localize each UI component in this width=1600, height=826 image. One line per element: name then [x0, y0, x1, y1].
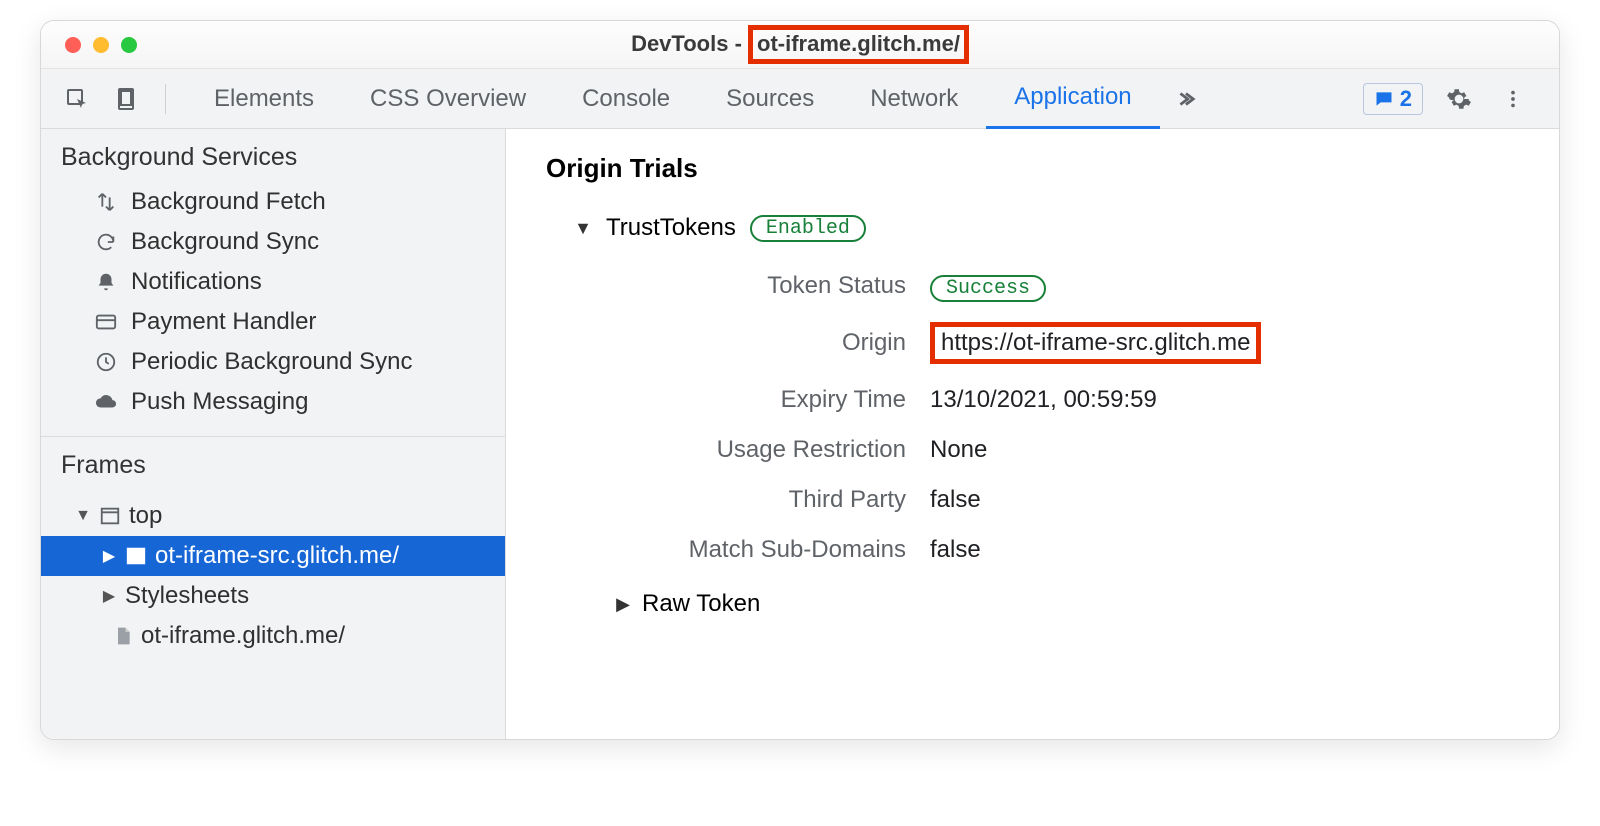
origin-value: https://ot-iframe-src.glitch.me [930, 322, 1261, 364]
cloud-icon [93, 391, 119, 413]
trial-details-grid: Token Status Success Origin https://ot-i… [546, 272, 1519, 564]
iframe-icon [125, 545, 147, 567]
sidebar-item-background-sync[interactable]: Background Sync [41, 222, 505, 262]
frame-label: ot-iframe.glitch.me/ [141, 622, 345, 650]
window-title-url: ot-iframe.glitch.me/ [748, 25, 969, 63]
trial-status-badge: Enabled [750, 215, 866, 242]
document-icon [113, 625, 133, 647]
caret-right-icon: ▶ [101, 546, 117, 566]
token-status-label: Token Status [586, 272, 906, 300]
frames-tree: ▼ top ▶ ot-iframe-src.glitch.me/ ▶ Style… [41, 490, 505, 662]
match-subdomains-label: Match Sub-Domains [586, 536, 906, 564]
sidebar-item-label: Periodic Background Sync [131, 348, 412, 376]
caret-down-icon: ▼ [574, 218, 592, 239]
devtools-body: Background Services Background Fetch Bac… [41, 129, 1559, 739]
frame-stylesheets[interactable]: ▶ Stylesheets [41, 576, 505, 616]
tab-elements[interactable]: Elements [186, 69, 342, 129]
trial-name: TrustTokens [606, 214, 736, 242]
usage-restriction-value: None [930, 436, 1519, 464]
caret-right-icon: ▶ [614, 594, 632, 615]
sidebar-item-label: Payment Handler [131, 308, 316, 336]
caret-down-icon: ▼ [75, 507, 91, 525]
bell-icon [93, 271, 119, 293]
sidebar-item-label: Background Fetch [131, 188, 326, 216]
frame-label: Stylesheets [125, 582, 249, 610]
window-title-prefix: DevTools - [631, 31, 748, 56]
device-toolbar-icon[interactable] [109, 81, 145, 117]
issues-count: 2 [1400, 86, 1412, 112]
devtools-toolbar: Elements CSS Overview Console Sources Ne… [41, 69, 1559, 129]
tabs-overflow-icon[interactable] [1160, 69, 1210, 129]
token-status-badge: Success [930, 275, 1046, 302]
window-zoom-button[interactable] [121, 37, 137, 53]
application-sidebar: Background Services Background Fetch Bac… [41, 129, 506, 739]
panel-heading: Origin Trials [546, 153, 1519, 184]
third-party-label: Third Party [586, 486, 906, 514]
tab-network[interactable]: Network [842, 69, 986, 129]
sidebar-item-payment-handler[interactable]: Payment Handler [41, 302, 505, 342]
sidebar-item-label: Notifications [131, 268, 262, 296]
updown-arrows-icon [93, 191, 119, 213]
token-status-value: Success [930, 272, 1519, 300]
third-party-value: false [930, 486, 1519, 514]
frame-label: top [129, 502, 162, 530]
tab-css-overview[interactable]: CSS Overview [342, 69, 554, 129]
toolbar-divider [165, 84, 166, 114]
window-close-button[interactable] [65, 37, 81, 53]
sync-icon [93, 231, 119, 253]
issues-badge[interactable]: 2 [1363, 83, 1423, 115]
window-minimize-button[interactable] [93, 37, 109, 53]
sidebar-item-label: Push Messaging [131, 388, 308, 416]
usage-restriction-label: Usage Restriction [586, 436, 906, 464]
window-frame-icon [99, 505, 121, 527]
credit-card-icon [93, 311, 119, 333]
devtools-window: DevTools - ot-iframe.glitch.me/ Elements… [40, 20, 1560, 740]
raw-token-label: Raw Token [642, 590, 760, 618]
origin-trials-panel: Origin Trials ▼ TrustTokens Enabled Toke… [506, 129, 1559, 739]
tab-sources[interactable]: Sources [698, 69, 842, 129]
frame-top[interactable]: ▼ top [41, 496, 505, 536]
toolbar-right: 2 [1363, 81, 1541, 117]
trial-row[interactable]: ▼ TrustTokens Enabled [546, 214, 1519, 242]
inspect-element-icon[interactable] [59, 81, 95, 117]
frame-ot-iframe-src[interactable]: ▶ ot-iframe-src.glitch.me/ [41, 536, 505, 576]
sidebar-section-background-services: Background Services [41, 129, 505, 182]
window-title: DevTools - ot-iframe.glitch.me/ [41, 25, 1559, 63]
origin-label: Origin [586, 329, 906, 357]
window-traffic-lights [41, 37, 137, 53]
sidebar-item-background-fetch[interactable]: Background Fetch [41, 182, 505, 222]
frame-file[interactable]: ot-iframe.glitch.me/ [41, 616, 505, 656]
sidebar-item-notifications[interactable]: Notifications [41, 262, 505, 302]
caret-right-icon: ▶ [101, 586, 117, 606]
sidebar-item-label: Background Sync [131, 228, 319, 256]
match-subdomains-value: false [930, 536, 1519, 564]
frame-label: ot-iframe-src.glitch.me/ [155, 542, 399, 570]
raw-token-row[interactable]: ▶ Raw Token [546, 590, 1519, 618]
tab-application[interactable]: Application [986, 69, 1159, 129]
settings-gear-icon[interactable] [1441, 81, 1477, 117]
tab-console[interactable]: Console [554, 69, 698, 129]
expiry-label: Expiry Time [586, 386, 906, 414]
sidebar-section-frames: Frames [41, 437, 505, 490]
sidebar-item-periodic-background-sync[interactable]: Periodic Background Sync [41, 342, 505, 382]
devtools-tabs: Elements CSS Overview Console Sources Ne… [186, 69, 1349, 129]
kebab-menu-icon[interactable] [1495, 81, 1531, 117]
expiry-value: 13/10/2021, 00:59:59 [930, 386, 1519, 414]
clock-icon [93, 351, 119, 373]
sidebar-item-push-messaging[interactable]: Push Messaging [41, 382, 505, 422]
window-titlebar: DevTools - ot-iframe.glitch.me/ [41, 21, 1559, 69]
